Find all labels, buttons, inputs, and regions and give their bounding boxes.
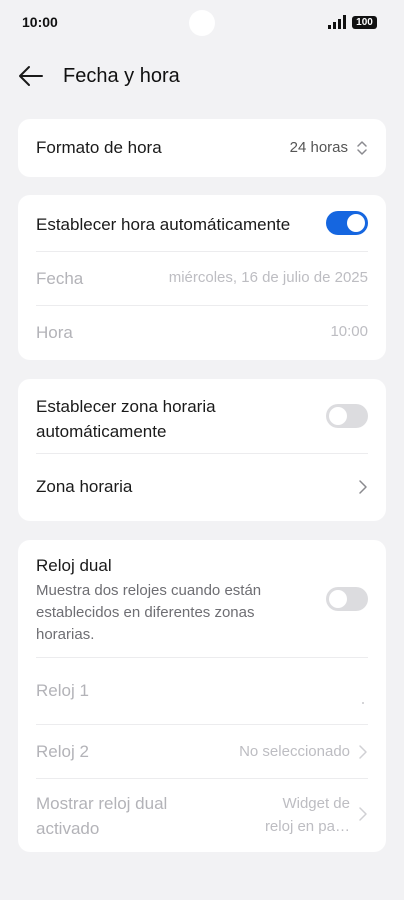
time-row: Hora 10:00 [36,306,368,360]
show-dual-value-line1: Widget de [282,795,350,812]
time-zone-card: Establecer zona horaria automáticamente … [18,379,386,521]
top-bar: Fecha y hora [0,56,404,96]
auto-zone-label-line1: Establecer zona horaria [36,397,216,416]
time-label: Hora [36,323,73,342]
time-format-label: Formato de hora [36,138,162,157]
page-title: Fecha y hora [63,65,180,87]
chevron-right-icon [359,480,367,494]
date-value: miércoles, 16 de julio de 2025 [168,269,368,286]
toggle-knob [329,407,347,425]
time-format-value: 24 horas [289,139,348,156]
auto-zone-label: Establecer zona horaria automáticamente [36,394,216,444]
dual-desc-line2: establecidos en diferentes zonas [36,604,255,621]
signal-icon [328,15,346,29]
zone-label: Zona horaria [36,477,133,496]
auto-time-label: Establecer hora automáticamente [36,215,291,234]
toggle-knob [329,590,347,608]
clock1-row: Reloj 1 [36,658,368,724]
dual-clock-card: Reloj dual Muestra dos relojes cuando es… [18,540,386,852]
status-time: 10:00 [22,14,58,30]
time-format-card: Formato de hora 24 horas [18,119,386,177]
clock2-value: No seleccionado [239,743,350,760]
chevron-right-icon [359,807,367,821]
dual-clock-row[interactable]: Reloj dual Muestra dos relojes cuando es… [36,540,368,658]
show-dual-label-line1: Mostrar reloj dual [36,794,168,813]
camera-cutout [189,10,215,36]
show-dual-row: Mostrar reloj dual activado Widget de re… [36,779,368,852]
auto-zone-toggle[interactable] [326,404,368,428]
show-dual-label-line2: activado [36,819,100,838]
dual-clock-toggle[interactable] [326,587,368,611]
dual-desc-line1: Muestra dos relojes cuando están [36,582,262,599]
dual-clock-title: Reloj dual [36,556,112,575]
toggle-knob [347,214,365,232]
dual-clock-description: Muestra dos relojes cuando están estable… [36,580,261,646]
auto-time-toggle[interactable] [326,211,368,235]
date-row: Fecha miércoles, 16 de julio de 2025 [36,252,368,305]
auto-time-card: Establecer hora automáticamente Fecha mi… [18,195,386,360]
chevron-right-icon [359,745,367,759]
auto-time-row[interactable]: Establecer hora automáticamente [36,195,368,251]
auto-zone-row[interactable]: Establecer zona horaria automáticamente [36,379,368,453]
zone-row[interactable]: Zona horaria [36,454,368,521]
show-dual-value: Widget de reloj en pa… [265,792,350,838]
battery-level: 100 [356,17,373,28]
show-dual-label: Mostrar reloj dual activado [36,791,167,841]
show-dual-value-line2: reloj en pa… [264,818,350,835]
up-down-chevron-icon [357,141,367,155]
back-arrow-icon[interactable] [16,62,46,90]
time-value: 10:00 [330,323,368,340]
clock2-row: Reloj 2 No seleccionado [36,725,368,778]
dual-desc-line3: horarias. [36,626,95,643]
clock1-value-dot [362,702,364,704]
time-format-row[interactable]: Formato de hora 24 horas [36,119,368,177]
clock1-label: Reloj 1 [36,681,89,700]
battery-icon: 100 [352,16,377,29]
status-bar: 10:00 100 [0,0,404,44]
auto-zone-label-line2: automáticamente [36,422,167,441]
date-label: Fecha [36,269,84,288]
clock2-label: Reloj 2 [36,742,89,761]
